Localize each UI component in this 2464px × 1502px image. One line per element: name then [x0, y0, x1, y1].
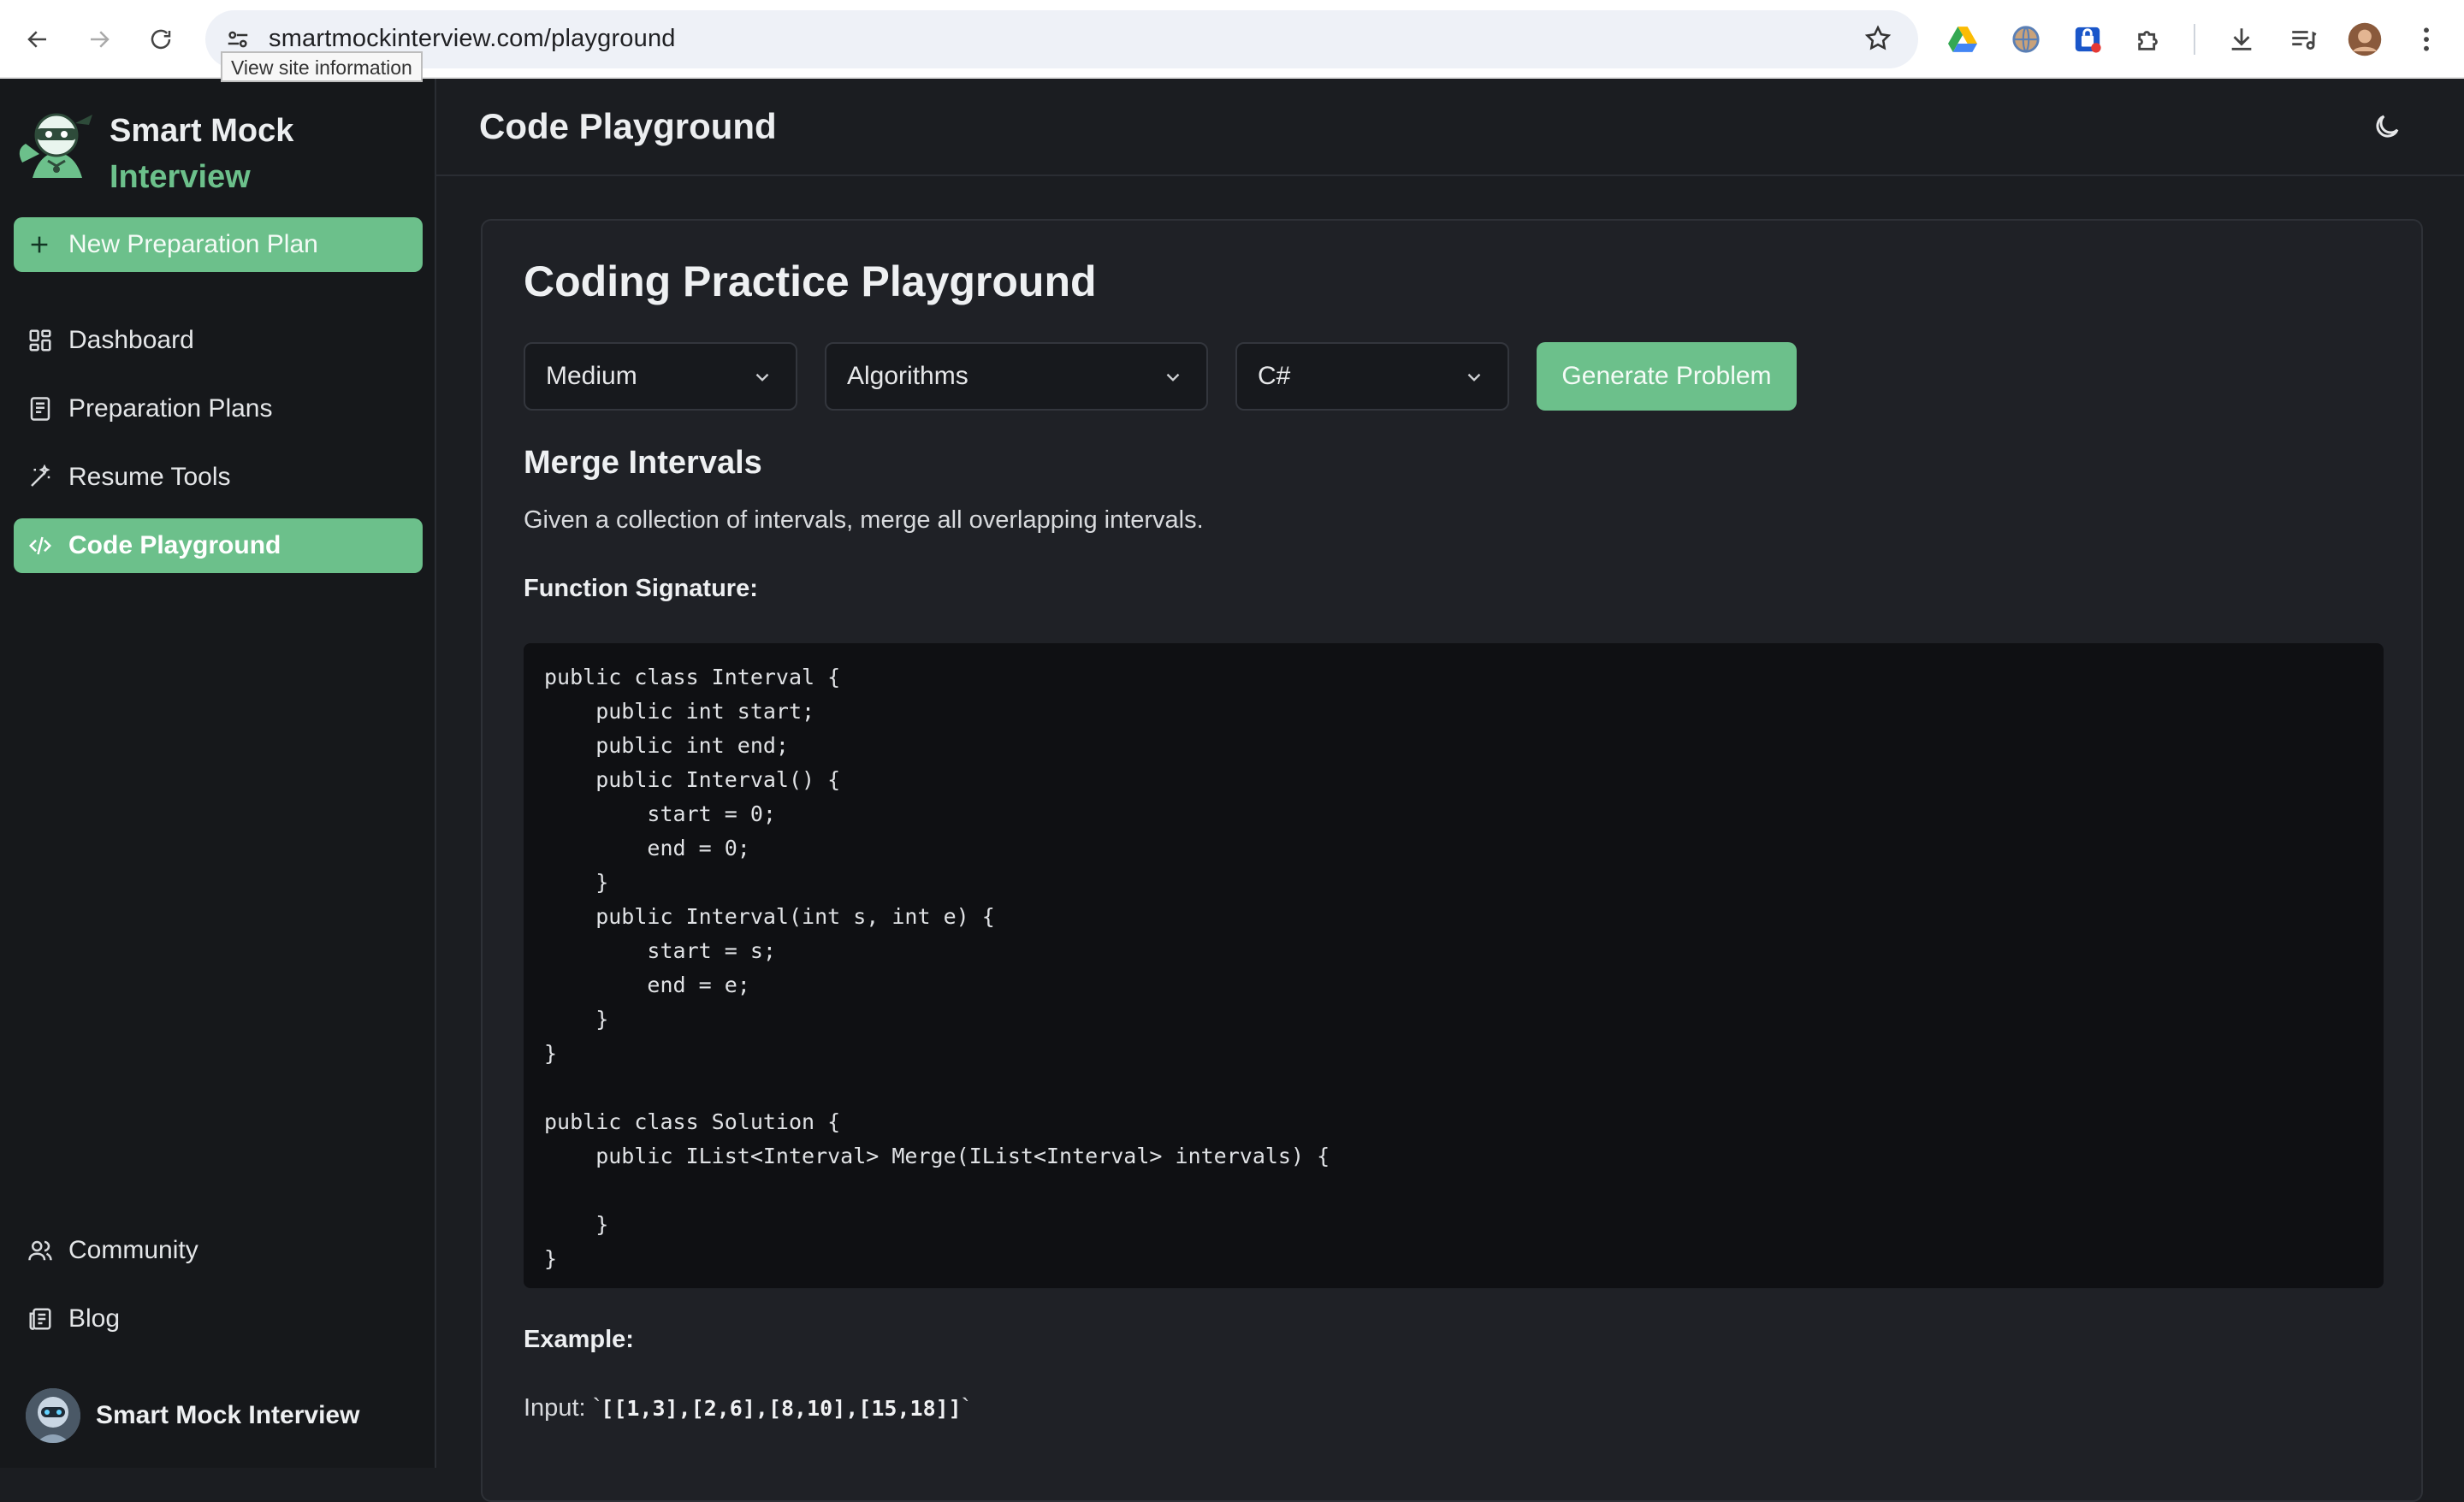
sidebar-item-label: Dashboard — [68, 326, 194, 354]
globe-extension-icon[interactable] — [2005, 19, 2046, 60]
moon-icon[interactable] — [2372, 111, 2402, 142]
function-signature-code: public class Interval { public int start… — [524, 643, 2384, 1288]
newspaper-icon — [27, 1306, 53, 1332]
back-icon[interactable] — [17, 19, 58, 60]
brand-name-line2: Interview — [110, 159, 251, 195]
download-icon[interactable] — [2221, 19, 2262, 60]
sidebar-item-code-playground[interactable]: Code Playground — [14, 518, 423, 573]
problem-description: Given a collection of intervals, merge a… — [524, 506, 1204, 534]
example-label: Example: — [524, 1326, 634, 1353]
chevron-down-icon — [755, 373, 769, 381]
language-select[interactable]: C# — [1235, 342, 1509, 411]
google-drive-icon[interactable] — [1942, 19, 1983, 60]
sidebar-item-label: Preparation Plans — [68, 394, 273, 423]
users-icon — [27, 1238, 53, 1263]
profile-name: Smart Mock Interview — [96, 1401, 360, 1429]
media-controls-icon[interactable] — [2283, 19, 2324, 60]
example-input-value: [[1,3],[2,6],[8,10],[15,18]] — [601, 1396, 962, 1421]
avatar — [26, 1388, 80, 1443]
brand-name-line1: Smart Mock — [110, 113, 294, 149]
language-value: C# — [1258, 362, 1291, 390]
playground-title: Coding Practice Playground — [524, 257, 1097, 305]
chrome-menu-icon[interactable] — [2406, 19, 2447, 60]
browser-toolbar: smartmockinterview.com/playground View s… — [0, 0, 2464, 82]
address-bar[interactable]: smartmockinterview.com/playground — [205, 10, 1918, 68]
sidebar-item-resume-tools[interactable]: Resume Tools — [14, 450, 423, 505]
document-icon — [27, 396, 53, 422]
site-info-tooltip: View site information — [221, 51, 423, 82]
brand-logo-link[interactable]: Smart Mock Interview — [14, 96, 424, 195]
new-plan-label: New Preparation Plan — [68, 230, 318, 258]
extensions-puzzle-icon[interactable] — [2129, 19, 2170, 60]
generate-problem-button[interactable]: Generate Problem — [1537, 342, 1797, 411]
difficulty-value: Medium — [546, 362, 637, 390]
example-input-suffix: ` — [961, 1394, 970, 1422]
dashboard-icon — [27, 328, 53, 353]
topic-value: Algorithms — [847, 362, 968, 390]
topic-select[interactable]: Algorithms — [825, 342, 1208, 411]
sidebar-item-preparation-plans[interactable]: Preparation Plans — [14, 381, 423, 436]
difficulty-select[interactable]: Medium — [524, 342, 797, 411]
sidebar-item-label: Resume Tools — [68, 463, 231, 491]
sidebar-item-dashboard[interactable]: Dashboard — [14, 313, 423, 368]
plus-icon — [31, 236, 48, 253]
chevron-down-icon — [1467, 373, 1481, 381]
sidebar-item-label: Community — [68, 1236, 198, 1264]
forward-icon[interactable] — [79, 19, 120, 60]
example-input: Input: `[[1,3],[2,6],[8,10],[15,18]]` — [524, 1394, 969, 1422]
problem-title: Merge Intervals — [524, 445, 762, 481]
playground-card: Coding Practice Playground Medium Algori… — [481, 219, 2423, 1502]
sidebar-item-label: Blog — [68, 1304, 121, 1333]
user-profile[interactable]: Smart Mock Interview — [26, 1386, 419, 1446]
profile-avatar-icon[interactable] — [2344, 19, 2385, 60]
function-signature-label: Function Signature: — [524, 575, 758, 602]
page-title: Code Playground — [479, 106, 777, 146]
page-header: Code Playground — [436, 79, 2464, 176]
toolbar-divider — [2194, 24, 2195, 55]
chevron-down-icon — [1166, 373, 1180, 381]
bookmark-star-icon[interactable] — [1863, 24, 1892, 57]
code-icon — [27, 533, 53, 559]
sidebar: Smart Mock Interview New Preparation Pla… — [0, 79, 436, 1468]
wand-icon — [27, 464, 53, 490]
ninja-mascot-logo — [14, 103, 99, 188]
example-input-prefix: Input: ` — [524, 1394, 601, 1422]
reload-icon[interactable] — [140, 19, 181, 60]
sidebar-item-blog[interactable]: Blog — [14, 1292, 423, 1346]
url-text[interactable]: smartmockinterview.com/playground — [269, 25, 676, 53]
password-extension-icon[interactable] — [2067, 19, 2108, 60]
new-preparation-plan-button[interactable]: New Preparation Plan — [14, 217, 423, 272]
sidebar-item-community[interactable]: Community — [14, 1223, 423, 1278]
sidebar-item-label: Code Playground — [68, 531, 281, 559]
